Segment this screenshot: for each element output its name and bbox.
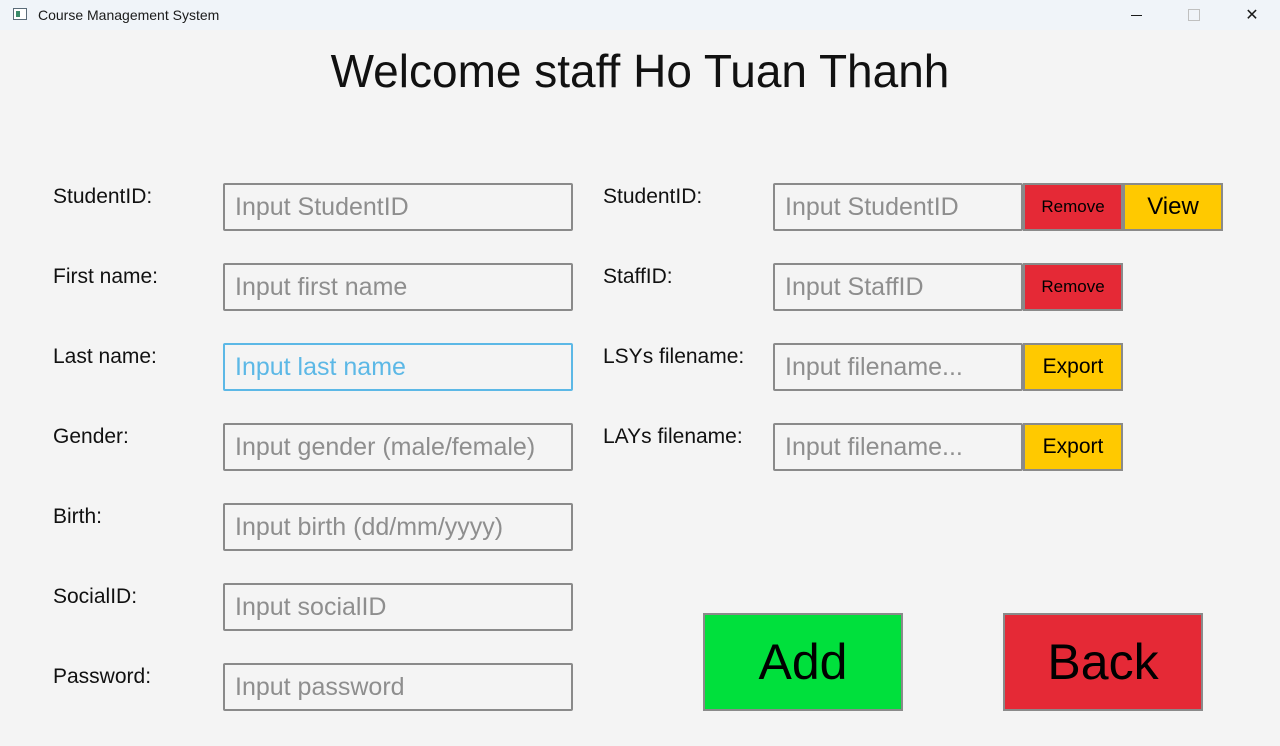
lsys-filename-label: LSYs filename: [603, 345, 745, 368]
student-id-label: StudentID: [53, 185, 153, 208]
minimize-button[interactable] [1113, 0, 1159, 30]
maximize-icon [1188, 9, 1200, 21]
gender-input[interactable] [223, 423, 573, 471]
export-lsys-button[interactable]: Export [1023, 343, 1123, 391]
lays-filename-label: LAYs filename: [603, 425, 743, 448]
close-button[interactable]: ✕ [1229, 0, 1275, 30]
birth-input[interactable] [223, 503, 573, 551]
staff-id-input[interactable] [773, 263, 1023, 311]
last-name-input[interactable] [223, 343, 573, 391]
window-titlebar: Course Management System ✕ [0, 0, 1280, 30]
social-id-input[interactable] [223, 583, 573, 631]
maximize-button[interactable] [1171, 0, 1217, 30]
birth-label: Birth: [53, 505, 103, 528]
window-title: Course Management System [38, 7, 220, 23]
minimize-icon [1130, 14, 1142, 16]
last-name-label: Last name: [53, 345, 157, 368]
manage-student-id-input[interactable] [773, 183, 1023, 231]
staff-id-label: StaffID: [603, 265, 673, 288]
view-student-button[interactable]: View [1123, 183, 1223, 231]
first-name-input[interactable] [223, 263, 573, 311]
gender-label: Gender: [53, 425, 129, 448]
manage-student-id-label: StudentID: [603, 185, 703, 208]
add-button[interactable]: Add [703, 613, 903, 711]
export-lays-button[interactable]: Export [1023, 423, 1123, 471]
first-name-label: First name: [53, 265, 159, 288]
student-id-input[interactable] [223, 183, 573, 231]
lays-filename-input[interactable] [773, 423, 1023, 471]
password-input[interactable] [223, 663, 573, 711]
app-icon [13, 8, 27, 20]
lsys-filename-input[interactable] [773, 343, 1023, 391]
password-label: Password: [53, 665, 152, 688]
social-id-label: SocialID: [53, 585, 138, 608]
remove-student-button[interactable]: Remove [1023, 183, 1123, 231]
close-icon: ✕ [1245, 7, 1259, 24]
remove-staff-button[interactable]: Remove [1023, 263, 1123, 311]
page-title: Welcome staff Ho Tuan Thanh [330, 45, 950, 97]
back-button[interactable]: Back [1003, 613, 1203, 711]
